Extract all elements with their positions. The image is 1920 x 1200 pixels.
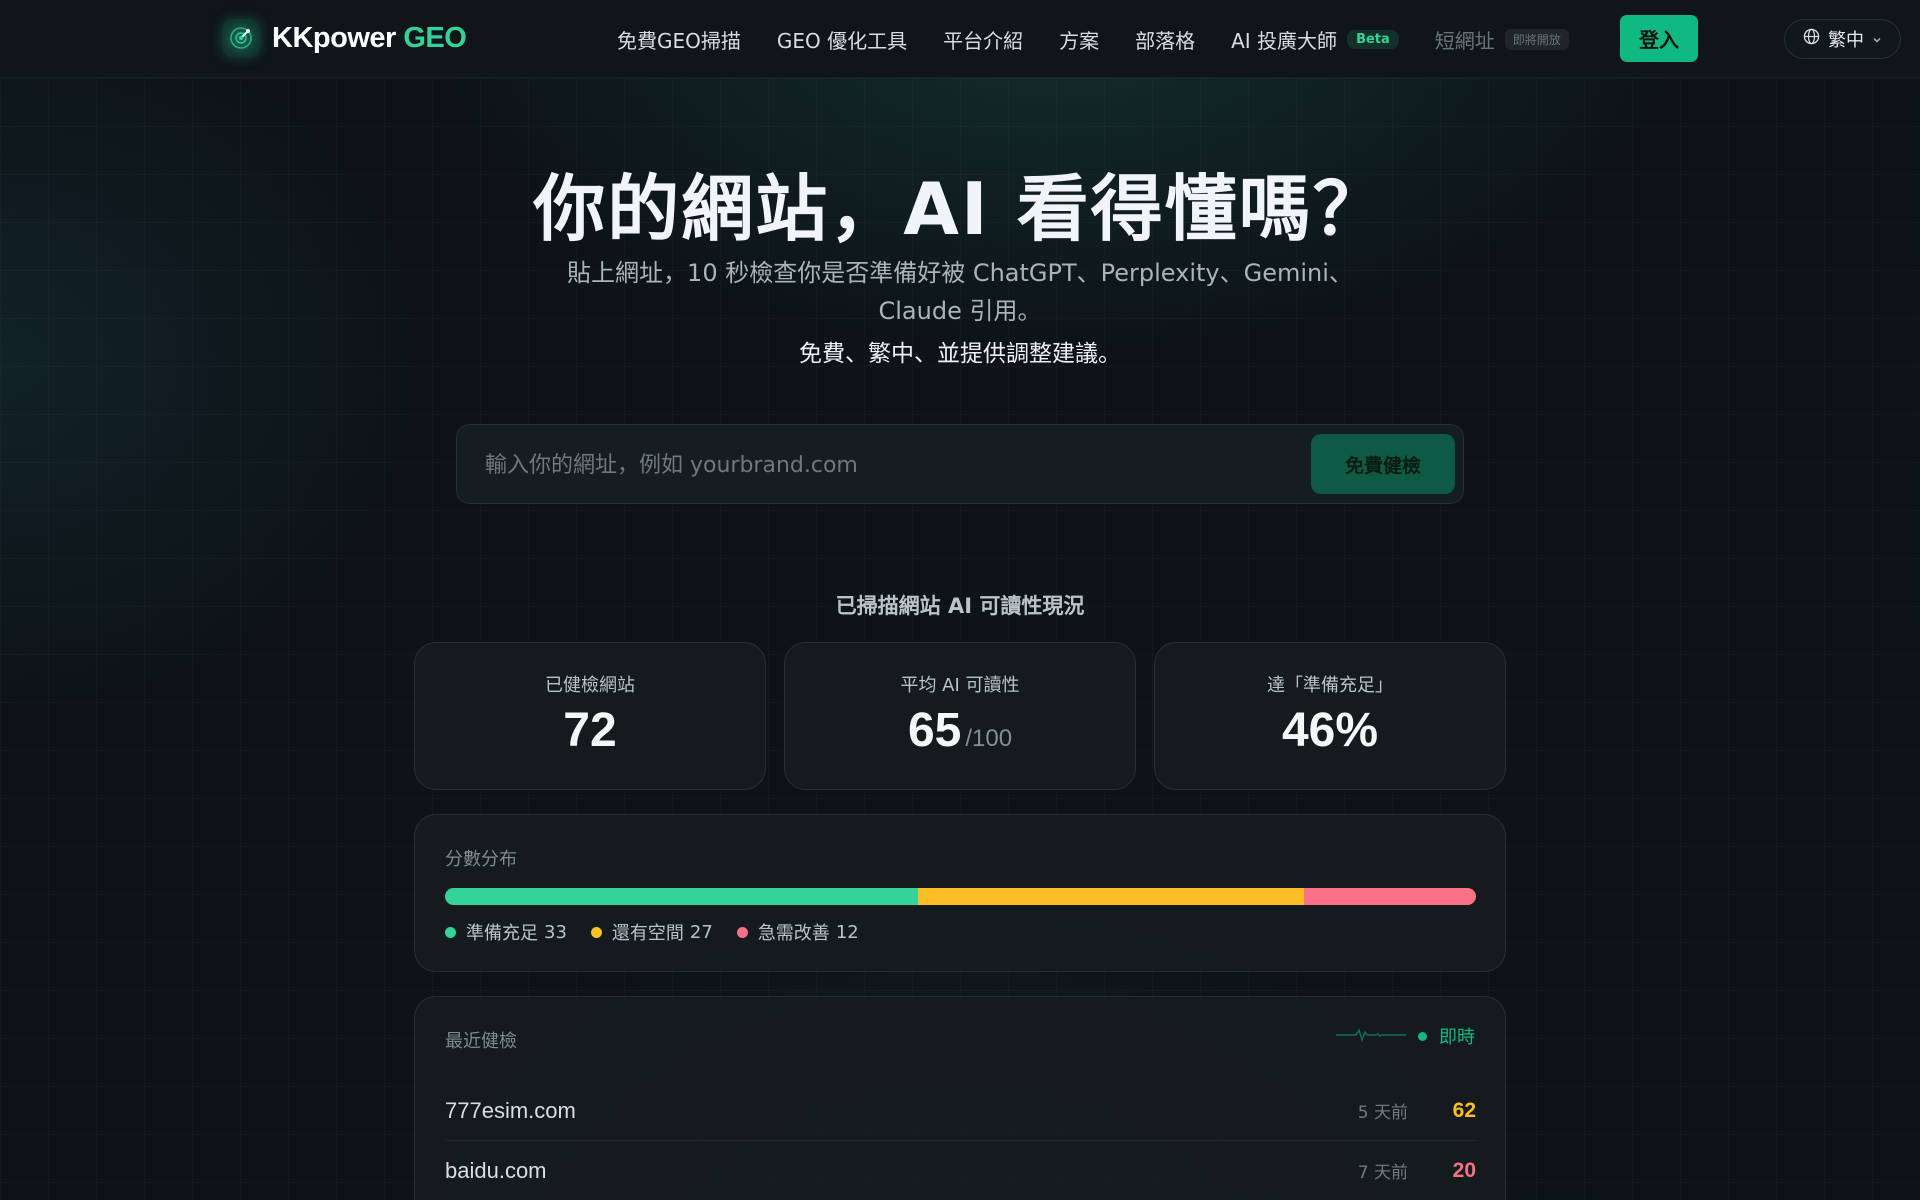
stat-number: 46% bbox=[1281, 704, 1379, 757]
stat-card-ready-percentage: 達「準備充足」 46% bbox=[1154, 642, 1506, 790]
distribution-segment-room bbox=[917, 888, 1305, 905]
top-navbar: KKpower GEO 免費GEO掃描 GEO 優化工具 平台介紹 方案 部落格… bbox=[0, 0, 1920, 78]
brand-logo[interactable]: KKpower GEO bbox=[222, 19, 467, 57]
stats-heading: 已掃描網站 AI 可讀性現況 bbox=[835, 594, 1085, 618]
brand-name-main: KKpower bbox=[272, 21, 396, 54]
main-nav: 免費GEO掃描 GEO 優化工具 平台介紹 方案 部落格 AI 投廣大師 Beta… bbox=[617, 24, 1605, 54]
url-scan-form: 免費健檢 bbox=[456, 424, 1464, 504]
recent-row[interactable]: baidu.com 7 天前 20 bbox=[445, 1141, 1476, 1200]
stat-number: 72 bbox=[563, 704, 617, 757]
distribution-segment-urgent bbox=[1304, 888, 1476, 905]
stat-label: 達「準備充足」 bbox=[1267, 675, 1393, 696]
distribution-legend: 準備充足 33 還有空間 27 急需改善 12 bbox=[445, 919, 883, 945]
coming-soon-badge: 即將開放 bbox=[1504, 28, 1569, 50]
nav-link-label: GEO 優化工具 bbox=[776, 28, 908, 53]
nav-link-label: 方案 bbox=[1059, 28, 1100, 53]
recent-title: 最近健檢 bbox=[445, 1031, 517, 1052]
distribution-bar bbox=[445, 888, 1476, 905]
nav-link-short-url: 短網址 即將開放 bbox=[1435, 25, 1569, 54]
legend-item-urgent: 急需改善 12 bbox=[736, 919, 859, 945]
stat-label: 平均 AI 可讀性 bbox=[900, 675, 1020, 696]
radar-compass-icon bbox=[222, 19, 260, 57]
row-score: 20 bbox=[1452, 1158, 1476, 1182]
legend-label: 準備充足 bbox=[466, 923, 538, 944]
recent-row[interactable]: 777esim.com 5 天前 62 bbox=[445, 1081, 1476, 1141]
row-time: 5 天前 bbox=[1357, 1103, 1408, 1123]
recent-scans-card: 最近健檢 即時 777esim.com 5 天前 62 baidu.com 7 … bbox=[414, 996, 1506, 1200]
nav-link-geo-tools[interactable]: GEO 優化工具 bbox=[777, 25, 907, 54]
nav-link-label: 免費GEO掃描 bbox=[617, 28, 741, 53]
score-distribution-card: 分數分布 準備充足 33 還有空間 27 急需改善 12 bbox=[414, 814, 1506, 972]
pulse-line-icon bbox=[1336, 1026, 1406, 1047]
beta-badge: Beta bbox=[1347, 29, 1399, 49]
stat-card-average-readability: 平均 AI 可讀性 65/100 bbox=[784, 642, 1136, 790]
legend-dot bbox=[445, 926, 456, 938]
stat-card-scanned-sites: 已健檢網站 72 bbox=[414, 642, 766, 790]
stat-value: 72 bbox=[415, 703, 765, 758]
nav-link-label: 短網址 bbox=[1434, 28, 1495, 53]
stat-value: 65/100 bbox=[785, 703, 1135, 758]
legend-item-room: 還有空間 27 bbox=[590, 919, 713, 945]
legend-count: 12 bbox=[835, 921, 859, 943]
chevron-down-icon bbox=[1872, 29, 1882, 50]
legend-dot bbox=[736, 926, 748, 938]
nav-link-blog[interactable]: 部落格 bbox=[1135, 25, 1195, 54]
distribution-segment-ready bbox=[445, 888, 918, 905]
stat-label: 已健檢網站 bbox=[545, 675, 635, 696]
hero-title: 你的網站，AI 看得懂嗎？ bbox=[533, 167, 1387, 251]
nav-link-label: 部落格 bbox=[1135, 28, 1196, 53]
stat-unit: /100 bbox=[965, 725, 1013, 752]
legend-dot bbox=[590, 926, 602, 938]
legend-label: 還有空間 bbox=[611, 923, 684, 944]
nav-link-platform[interactable]: 平台介紹 bbox=[943, 25, 1023, 54]
live-indicator: 即時 bbox=[1336, 1023, 1475, 1049]
row-score: 62 bbox=[1452, 1098, 1476, 1122]
legend-count: 27 bbox=[689, 921, 713, 943]
legend-label: 急需改善 bbox=[757, 923, 830, 944]
nav-link-plans[interactable]: 方案 bbox=[1059, 25, 1099, 54]
language-label: 繁中 bbox=[1828, 30, 1864, 51]
url-input[interactable] bbox=[485, 445, 1265, 485]
login-button[interactable]: 登入 bbox=[1620, 15, 1698, 62]
language-selector[interactable]: 繁中 bbox=[1784, 19, 1901, 59]
hero-subtitle: 貼上網址，10 秒檢查你是否準備好被 ChatGPT、Perplexity、Ge… bbox=[567, 259, 1353, 325]
nav-link-free-scan[interactable]: 免費GEO掃描 bbox=[617, 25, 741, 54]
legend-count: 33 bbox=[544, 921, 567, 943]
brand-name-accent: GEO bbox=[403, 21, 467, 54]
legend-item-ready: 準備充足 33 bbox=[445, 919, 567, 945]
nav-link-label: 平台介紹 bbox=[943, 28, 1024, 53]
free-scan-button[interactable]: 免費健檢 bbox=[1311, 434, 1455, 494]
brand-name: KKpower GEO bbox=[272, 21, 467, 55]
nav-link-label: AI 投廣大師 bbox=[1231, 28, 1338, 53]
distribution-title: 分數分布 bbox=[445, 849, 517, 870]
row-domain: 777esim.com bbox=[445, 1097, 576, 1123]
hero-subtitle-secondary: 免費、繁中、並提供調整建議。 bbox=[799, 341, 1121, 367]
live-dot bbox=[1418, 1031, 1427, 1041]
stat-value: 46% bbox=[1155, 703, 1505, 758]
stat-number: 65 bbox=[907, 704, 962, 757]
nav-link-ai-ads[interactable]: AI 投廣大師 Beta bbox=[1231, 25, 1399, 54]
live-label: 即時 bbox=[1439, 1027, 1475, 1048]
row-domain: baidu.com bbox=[445, 1157, 547, 1183]
globe-icon bbox=[1803, 28, 1820, 50]
row-time: 7 天前 bbox=[1357, 1163, 1408, 1183]
